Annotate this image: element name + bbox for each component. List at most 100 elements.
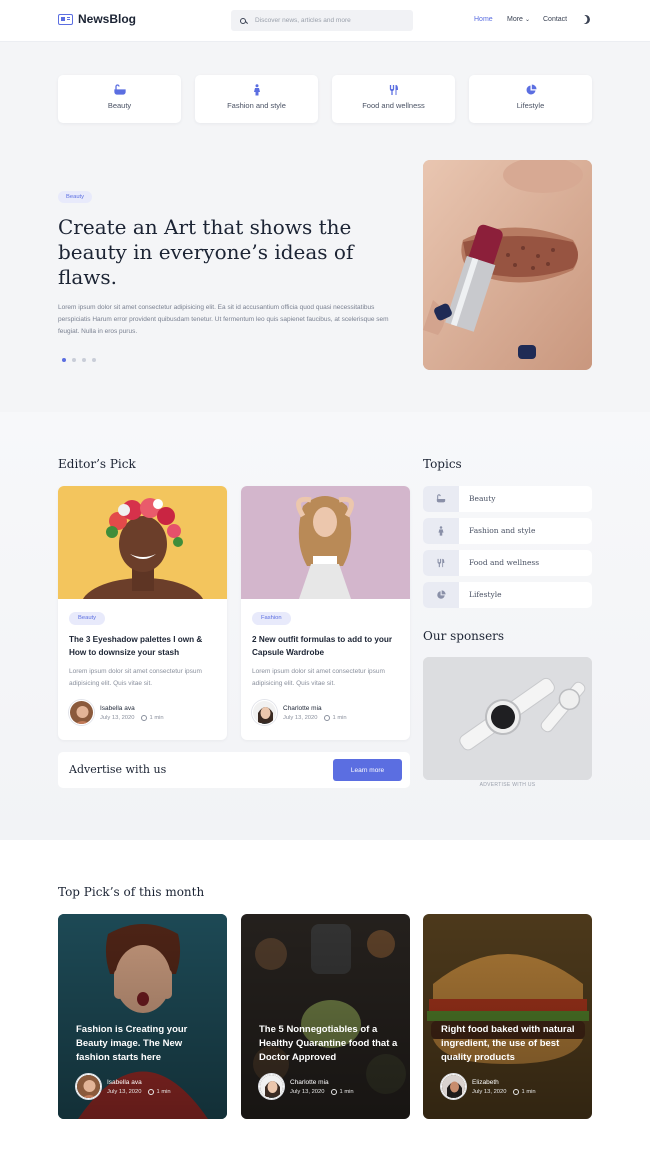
search-input[interactable] [255,17,405,24]
nav-more-label: More [507,16,523,23]
topic-label: Lifestyle [469,590,502,599]
clock-icon [324,714,331,721]
clock-icon [141,714,148,721]
clock-icon [513,1088,520,1095]
article-image-flower-crown[interactable] [58,486,227,599]
category-label: Lifestyle [516,101,545,110]
category-label: Beauty [107,101,132,110]
slider-dot[interactable] [62,358,66,362]
author-name[interactable]: Elizabeth [472,1079,536,1086]
search-bar[interactable] [231,10,413,31]
newspaper-icon [58,13,73,25]
hero-image-lipstick[interactable] [423,160,592,370]
sponsor-ad-image-smartwatch[interactable] [423,657,592,780]
post-date: July 13, 2020 [107,1088,142,1095]
category-card-beauty[interactable]: Beauty [58,75,181,123]
article-excerpt: Lorem ipsum dolor sit amet consectetur i… [252,668,385,687]
article-category-badge[interactable]: Beauty [69,612,106,625]
brand-logo[interactable]: NewsBlog [58,12,136,26]
topic-label: Fashion and style [469,526,536,535]
topic-item-food[interactable]: Food and wellness [423,550,592,576]
chevron-down-icon: ⌄ [524,17,530,23]
avatar[interactable] [69,700,94,725]
top-pick-title[interactable]: Fashion is Creating your Beauty image. T… [76,1023,216,1065]
slider-pagination [62,358,96,362]
advertise-banner: Advertise with us Learn more [58,752,410,788]
dark-mode-toggle-icon[interactable] [580,14,592,26]
top-pick-card[interactable]: The 5 Nonnegotiables of a Healthy Quaran… [241,914,410,1119]
post-date: July 13, 2020 [283,714,318,721]
bathtub-icon [113,84,126,95]
hero-category-badge[interactable]: Beauty [58,191,93,203]
article-author: Charlotte mia July 13, 2020 1 min [252,700,347,725]
topic-item-beauty[interactable]: Beauty [423,486,592,512]
avatar[interactable] [76,1074,101,1099]
hero-title[interactable]: Create an Art that shows the beauty in e… [58,215,398,290]
category-card-fashion[interactable]: Fashion and style [195,75,318,123]
brand-name: NewsBlog [78,12,137,26]
top-pick-title[interactable]: Right food baked with natural ingredient… [441,1023,581,1065]
post-date: July 13, 2020 [290,1088,325,1095]
top-pick-title[interactable]: The 5 Nonnegotiables of a Healthy Quaran… [259,1023,399,1065]
article-author: Elizabeth July 13, 2020 1 min [441,1074,536,1099]
article-category-badge[interactable]: Fashion [252,612,291,625]
author-name[interactable]: Isabella ava [100,705,164,712]
post-date: July 13, 2020 [472,1088,507,1095]
slider-dot[interactable] [82,358,86,362]
post-meta: July 13, 2020 1 min [100,714,164,721]
topic-item-lifestyle[interactable]: Lifestyle [423,582,592,608]
nav-contact[interactable]: Contact [543,16,567,23]
hero-description: Lorem ipsum dolor sit amet consectetur a… [58,304,389,335]
category-card-lifestyle[interactable]: Lifestyle [469,75,592,123]
author-name[interactable]: Charlotte mia [290,1079,354,1086]
person-icon [423,518,459,544]
article-title[interactable]: 2 New outfit formulas to add to your Cap… [252,633,402,659]
top-pick-card[interactable]: Fashion is Creating your Beauty image. T… [58,914,227,1119]
person-icon [253,84,260,96]
read-time: 1 min [156,1088,171,1095]
post-meta: July 13, 2020 1 min [290,1088,354,1095]
pie-chart-icon [526,84,536,95]
read-time: 1 min [332,714,347,721]
topic-label: Food and wellness [469,558,540,567]
avatar[interactable] [259,1074,284,1099]
advertise-caption[interactable]: ADVERTISE WITH US [423,782,592,788]
top-navbar: NewsBlog Home More⌄ Contact [0,0,650,42]
clock-icon [148,1088,155,1095]
article-title[interactable]: The 3 Eyeshadow palettes I own & How to … [69,633,219,659]
nav-more[interactable]: More ⌄ [507,16,530,23]
top-pick-card[interactable]: Right food baked with natural ingredient… [423,914,592,1119]
post-date: July 13, 2020 [100,714,135,721]
article-author: Charlotte mia July 13, 2020 1 min [259,1074,354,1099]
search-icon [240,17,246,24]
cutlery-icon [423,550,459,576]
bathtub-icon [423,486,459,512]
editor-card[interactable]: Fashion 2 New outfit formulas to add to … [241,486,410,740]
slider-dot[interactable] [72,358,76,362]
slider-dot[interactable] [92,358,96,362]
topic-item-fashion[interactable]: Fashion and style [423,518,592,544]
read-time: 1 min [339,1088,354,1095]
advertise-title: Advertise with us [69,763,167,776]
learn-more-button[interactable]: Learn more [333,759,402,781]
nav-home[interactable]: Home [474,16,493,23]
avatar[interactable] [252,700,277,725]
editor-card[interactable]: Beauty The 3 Eyeshadow palettes I own & … [58,486,227,740]
author-name[interactable]: Charlotte mia [283,705,347,712]
cutlery-icon [389,85,398,95]
read-time: 1 min [521,1088,536,1095]
editors-pick-heading: Editor’s Pick [58,457,136,471]
article-author: Isabella ava July 13, 2020 1 min [69,700,164,725]
article-image-curly-hair[interactable] [241,486,410,599]
post-meta: July 13, 2020 1 min [283,714,347,721]
category-label: Food and wellness [362,101,425,110]
article-excerpt: Lorem ipsum dolor sit amet consectetur i… [69,668,202,687]
post-meta: July 13, 2020 1 min [472,1088,536,1095]
read-time: 1 min [149,714,164,721]
avatar[interactable] [441,1074,466,1099]
top-picks-heading: Top Pick’s of this month [58,885,205,899]
post-meta: July 13, 2020 1 min [107,1088,171,1095]
author-name[interactable]: Isabella ava [107,1079,171,1086]
sponsors-heading: Our sponsers [423,629,505,643]
category-card-food[interactable]: Food and wellness [332,75,455,123]
